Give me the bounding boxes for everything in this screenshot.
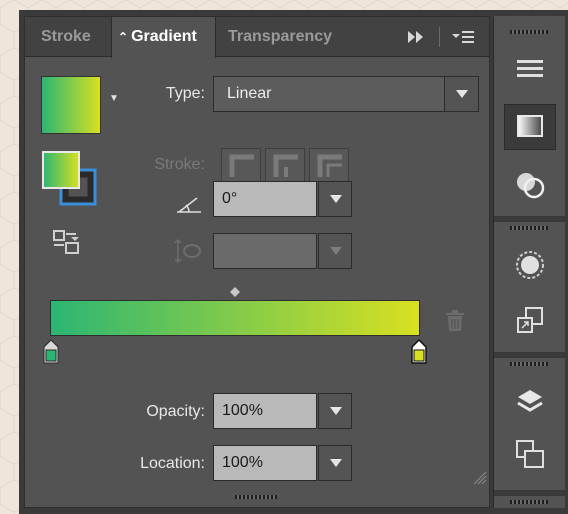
opacity-label: Opacity:: [146, 403, 205, 420]
resize-grip-icon[interactable]: [473, 471, 487, 490]
dock-separator: [494, 490, 566, 496]
angle-dropdown-button[interactable]: [318, 181, 352, 217]
chevron-down-icon: [330, 407, 342, 415]
chevron-down-icon: [456, 90, 468, 98]
dock-grip-middle[interactable]: [510, 226, 548, 230]
type-select[interactable]: Linear: [213, 76, 479, 112]
layers-icon[interactable]: [504, 378, 556, 424]
angle-value: 0°: [222, 190, 238, 207]
dock-separator: [494, 352, 566, 358]
dock-grip-lower[interactable]: [510, 362, 548, 366]
panel-menu-icon[interactable]: [451, 29, 475, 50]
location-dropdown-button[interactable]: [318, 445, 352, 481]
chevron-down-icon: [330, 247, 342, 255]
type-value: Linear: [227, 85, 272, 102]
tab-stroke-label: Stroke: [41, 28, 91, 45]
tab-transparency-label: Transparency: [228, 28, 333, 45]
gradient-swatch[interactable]: [41, 76, 101, 134]
gradient-stop-end[interactable]: [411, 338, 427, 370]
stroke-within-button[interactable]: [221, 148, 261, 182]
type-dropdown-button[interactable]: [444, 77, 478, 111]
hamburger-icon[interactable]: [504, 46, 556, 92]
gradient-stop-start[interactable]: [43, 339, 59, 370]
location-value: 100%: [222, 454, 263, 471]
gradient-slider[interactable]: [50, 300, 420, 336]
dock-grip-bottom[interactable]: [510, 500, 548, 504]
tab-divider: [439, 27, 440, 47]
tab-gradient-label: Gradient: [131, 28, 197, 45]
artboard-icon[interactable]: [504, 298, 556, 344]
tab-bar: Stroke ⌃ Gradient Transparency: [25, 17, 489, 58]
links-icon[interactable]: [504, 432, 556, 478]
dock-grip-top[interactable]: [510, 30, 548, 34]
aspect-ratio-icon: [173, 238, 203, 269]
dock-separator: [494, 216, 566, 222]
angle-input[interactable]: 0°: [213, 181, 317, 217]
swatch-dropdown-icon[interactable]: ▼: [109, 93, 119, 104]
fill-stroke-icon[interactable]: [42, 148, 102, 213]
aspect-ratio-input[interactable]: [213, 233, 317, 269]
opacity-value: 100%: [222, 402, 263, 419]
tab-gradient[interactable]: ⌃ Gradient: [111, 17, 216, 58]
opacity-dropdown-button[interactable]: [318, 393, 352, 429]
chevron-down-icon: [330, 195, 342, 203]
tab-caret-icon: ⌃: [118, 30, 129, 44]
opacity-input[interactable]: 100%: [213, 393, 317, 429]
tab-stroke[interactable]: Stroke: [41, 17, 91, 57]
location-label: Location:: [140, 455, 205, 472]
side-dock: [493, 16, 566, 508]
location-input[interactable]: 100%: [213, 445, 317, 481]
stroke-label: Stroke:: [154, 156, 205, 173]
chevron-down-icon: [330, 459, 342, 467]
angle-icon: [175, 195, 205, 220]
reverse-gradient-icon[interactable]: [53, 230, 81, 261]
panel-bottom-grip[interactable]: [235, 495, 277, 499]
trash-icon[interactable]: [445, 310, 465, 337]
gradient-panel: Stroke ⌃ Gradient Transparency ▼ Type: L…: [24, 16, 490, 508]
transparency-icon[interactable]: [504, 162, 556, 208]
tab-transparency[interactable]: Transparency: [228, 17, 332, 57]
aspect-ratio-dropdown-button[interactable]: [318, 233, 352, 269]
stroke-across-button[interactable]: [309, 148, 349, 182]
double-chevron-right-icon[interactable]: [407, 29, 425, 50]
stroke-along-button[interactable]: [265, 148, 305, 182]
type-label: Type:: [165, 85, 205, 102]
appearance-icon[interactable]: [504, 242, 556, 288]
gradient-icon[interactable]: [504, 104, 556, 150]
